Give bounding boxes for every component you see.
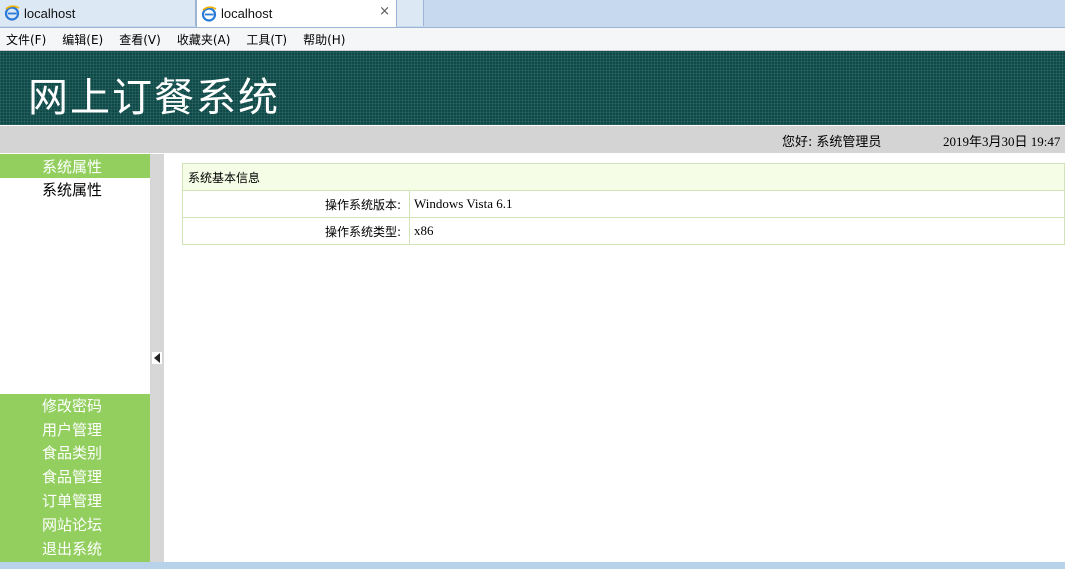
new-tab-button[interactable] [397, 0, 424, 26]
tab-label: localhost [221, 6, 273, 21]
table-row: 操作系统版本: Windows Vista 6.1 [182, 190, 1065, 218]
current-user: 系统管理员 [816, 135, 882, 150]
sidebar-item-change-password[interactable]: 修改密码 [42, 395, 102, 416]
ie-icon [4, 5, 20, 21]
sidebar-item-system-properties[interactable]: 系统属性 [42, 179, 102, 200]
sidebar-menu: 修改密码 用户管理 食品类别 食品管理 订单管理 网站论坛 退出系统 [0, 394, 150, 562]
bottom-border [0, 562, 1065, 569]
sidebar-section-header[interactable]: 系统属性 [0, 154, 150, 178]
ie-icon [201, 5, 217, 22]
site-title: 网上订餐系统 [28, 75, 280, 121]
close-tab-icon[interactable]: × [379, 4, 390, 19]
main-content: 系统基本信息 操作系统版本: Windows Vista 6.1 操作系统类型:… [165, 154, 1065, 562]
sidebar-item-forum[interactable]: 网站论坛 [42, 514, 102, 535]
greeting: 您好: 系统管理员 [782, 131, 885, 150]
collapse-sidebar-icon[interactable] [152, 352, 162, 364]
os-version-value: Windows Vista 6.1 [409, 190, 1065, 218]
menu-view[interactable]: 查看(V) [119, 31, 161, 48]
greeting-label: 您好: [782, 135, 813, 150]
menu-bar: 文件(F) 编辑(E) 查看(V) 收藏夹(A) 工具(T) 帮助(H) [0, 28, 1065, 51]
user-status-bar: 您好: 系统管理员 2019年3月30日 19:47 [0, 126, 1065, 153]
os-version-label: 操作系统版本: [182, 190, 410, 218]
menu-edit[interactable]: 编辑(E) [62, 31, 103, 48]
sidebar: 系统属性 系统属性 修改密码 用户管理 食品类别 食品管理 订单管理 网站论坛 … [0, 154, 150, 562]
sidebar-item-food-management[interactable]: 食品管理 [42, 466, 102, 487]
tab-label: localhost [24, 5, 76, 21]
sidebar-item-order-management[interactable]: 订单管理 [42, 490, 102, 511]
sidebar-section-title: 系统属性 [42, 158, 103, 176]
current-datetime: 2019年3月30日 19:47 [943, 134, 1061, 149]
sidebar-splitter[interactable] [150, 154, 164, 562]
menu-file[interactable]: 文件(F) [6, 31, 46, 48]
system-info-table: 系统基本信息 操作系统版本: Windows Vista 6.1 操作系统类型:… [182, 163, 1065, 245]
menu-help[interactable]: 帮助(H) [303, 31, 345, 48]
table-row: 操作系统类型: x86 [182, 217, 1065, 245]
os-type-label: 操作系统类型: [182, 217, 410, 245]
sidebar-item-logout[interactable]: 退出系统 [42, 538, 102, 559]
table-title: 系统基本信息 [182, 163, 1065, 191]
sidebar-item-food-category[interactable]: 食品类别 [42, 442, 102, 463]
os-type-value: x86 [409, 217, 1065, 245]
menu-favorites[interactable]: 收藏夹(A) [177, 31, 231, 48]
sidebar-item-user-management[interactable]: 用户管理 [42, 419, 102, 440]
tab-localhost-1[interactable]: localhost [0, 0, 196, 26]
tab-localhost-2[interactable]: localhost × [196, 0, 397, 27]
menu-tools[interactable]: 工具(T) [246, 31, 287, 48]
browser-tab-bar: localhost localhost × [0, 0, 1065, 28]
site-banner: 网上订餐系统 [0, 51, 1065, 125]
